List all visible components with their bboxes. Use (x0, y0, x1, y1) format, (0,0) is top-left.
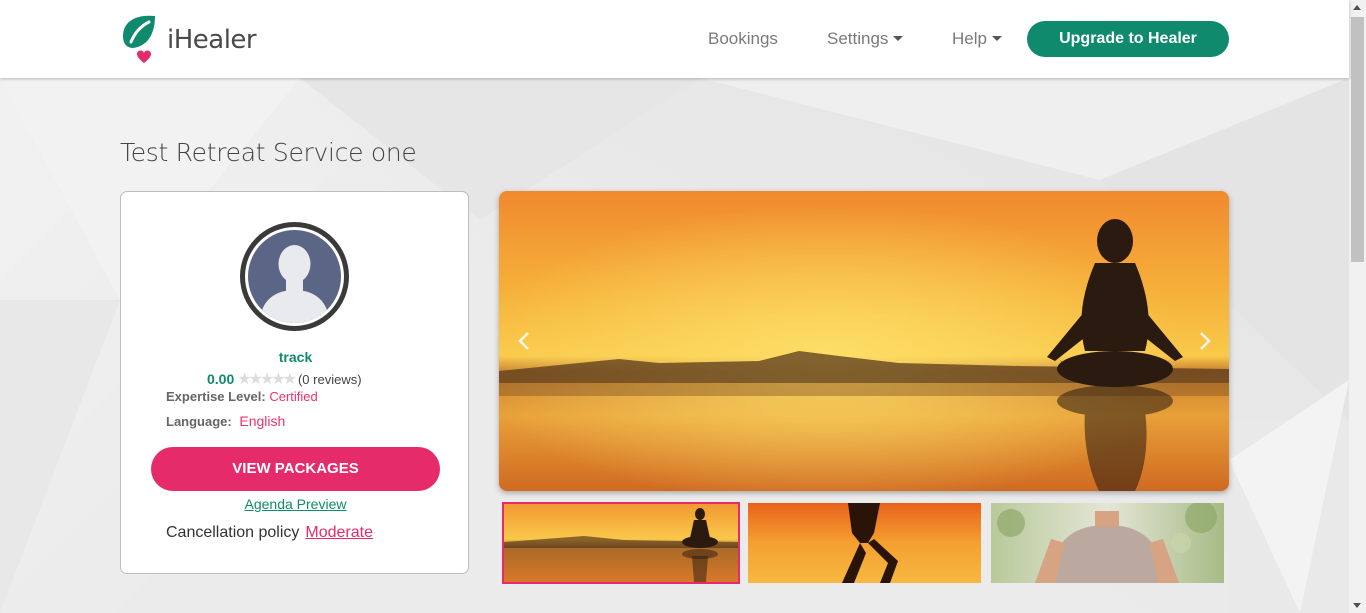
cancellation-policy-row: Cancellation policy Moderate (166, 524, 373, 542)
carousel-main-image (499, 191, 1229, 491)
nav-settings-label: Settings (827, 29, 889, 48)
nav-settings-dropdown[interactable]: Settings (827, 29, 904, 49)
default-user-icon (248, 230, 341, 323)
thumbnail-yoga[interactable] (748, 503, 981, 583)
chevron-right-icon[interactable] (1192, 329, 1216, 353)
star-rating-icon: ★★★★★ (237, 371, 297, 388)
yoga-silhouette-thumbnail (748, 503, 981, 583)
nav-bookings[interactable]: Bookings (708, 29, 778, 49)
cancellation-label: Cancellation policy (166, 524, 300, 541)
healer-profile-card: track 0.00 ★★★★★ (0 reviews) Expertise L… (120, 191, 469, 574)
nav-help-dropdown[interactable]: Help (952, 29, 1002, 49)
chevron-left-icon[interactable] (513, 329, 537, 353)
scroll-up-arrow-icon[interactable] (1353, 5, 1361, 10)
rating-value: 0.00 (207, 371, 235, 387)
healer-name[interactable]: track (121, 349, 470, 365)
page-title: Test Retreat Service one (120, 138, 417, 167)
expertise-label: Expertise Level: (166, 389, 266, 404)
cancellation-policy-link[interactable]: Moderate (305, 524, 373, 541)
expertise-value: Certified (269, 389, 318, 404)
top-navbar: iHealer Bookings Settings Help Upgrade t… (0, 0, 1349, 78)
language-row: Language: English (166, 413, 285, 429)
view-packages-button[interactable]: VIEW PACKAGES (151, 447, 440, 491)
image-carousel[interactable] (499, 191, 1229, 491)
meditation-sunset-thumbnail (504, 504, 738, 582)
agenda-preview-link[interactable]: Agenda Preview (121, 496, 470, 512)
man-meditating-thumbnail (991, 503, 1224, 583)
avatar (240, 222, 349, 331)
logo-text: iHealer (167, 25, 257, 55)
caret-down-icon (893, 36, 904, 41)
scrollbar-thumb[interactable] (1351, 17, 1364, 262)
rating-row: 0.00 ★★★★★ (0 reviews) (207, 369, 362, 389)
scroll-down-arrow-icon[interactable] (1353, 603, 1361, 608)
thumbnail-active[interactable] (502, 502, 740, 584)
caret-down-icon (991, 36, 1002, 41)
expertise-row: Expertise Level: Certified (166, 389, 318, 404)
vertical-scrollbar[interactable] (1349, 0, 1366, 613)
logo[interactable]: iHealer (119, 14, 257, 66)
language-value: English (239, 413, 286, 429)
language-label: Language: (166, 414, 232, 429)
nav-help-label: Help (952, 29, 987, 48)
thumbnail-man[interactable] (991, 503, 1224, 583)
logo-leaf-heart-icon (119, 14, 159, 66)
review-count: (0 reviews) (297, 371, 362, 387)
upgrade-to-healer-button[interactable]: Upgrade to Healer (1027, 21, 1229, 57)
